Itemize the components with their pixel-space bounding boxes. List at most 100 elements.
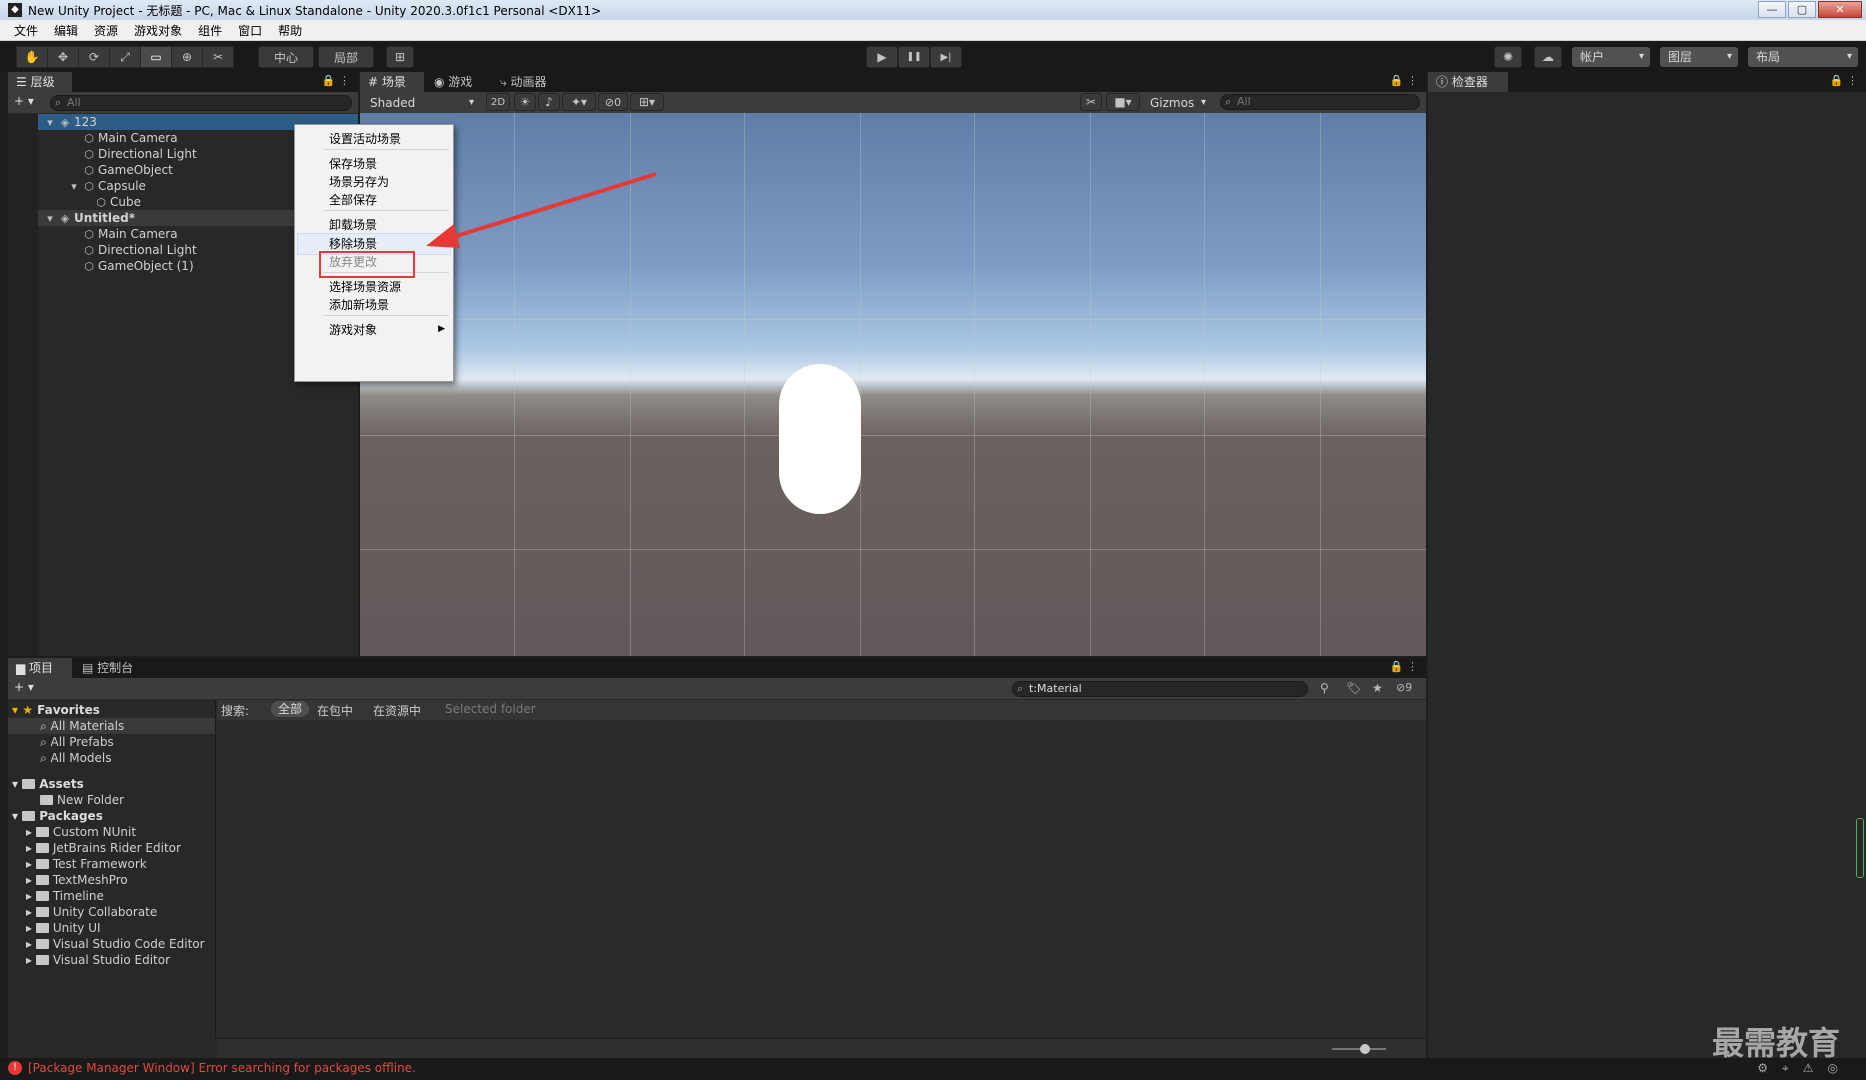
move-tool-icon[interactable]: ✥ — [47, 46, 79, 68]
menu-window[interactable]: 窗口 — [230, 22, 270, 39]
transform-tool-icon[interactable]: ⊕ — [171, 46, 203, 68]
context-menu-item[interactable]: 保存场景 — [329, 156, 377, 172]
tab-project[interactable]: ▆ 项目 — [8, 658, 72, 678]
pause-button[interactable]: ❚❚ — [898, 46, 930, 68]
menu-assets[interactable]: 资源 — [86, 22, 126, 39]
folder-icon — [40, 795, 53, 805]
filter-selected-folder-button[interactable]: Selected folder — [445, 702, 536, 716]
status-message[interactable]: [Package Manager Window] Error searching… — [28, 1061, 416, 1075]
tab-game[interactable]: ◉ 游戏 — [426, 72, 490, 92]
project-tree-item[interactable]: ▸ Visual Studio Editor — [8, 952, 215, 968]
scene-search-input[interactable]: All — [1220, 94, 1420, 110]
context-menu-item[interactable]: 移除场景 — [329, 236, 377, 252]
context-menu-item[interactable]: 添加新场景 — [329, 297, 389, 313]
menu-file[interactable]: 文件 — [6, 22, 46, 39]
project-tree-item[interactable]: ▸ TextMeshPro — [8, 872, 215, 888]
expand-arrow-icon[interactable]: ▾ — [44, 211, 56, 227]
project-search-input[interactable]: t:Material — [1012, 681, 1308, 697]
camera-icon[interactable]: ■▾ — [1106, 93, 1140, 111]
project-tree-item[interactable]: ▸ Timeline — [8, 888, 215, 904]
cloud-icon[interactable]: ☁ — [1534, 46, 1562, 68]
project-section-header[interactable]: ▾ ★ Favorites — [8, 702, 215, 718]
context-menu-item[interactable]: 卸载场景 — [329, 217, 377, 233]
scale-tool-icon[interactable]: ⤢ — [109, 46, 141, 68]
2d-toggle-button[interactable]: 2D — [486, 93, 510, 111]
collab-icon[interactable]: ✺ — [1494, 46, 1522, 68]
project-create-button[interactable]: + ▾ — [14, 680, 34, 694]
pivot-toggle-button[interactable]: 中心 — [258, 46, 314, 68]
panel-lock-icon[interactable]: 🔒 ⋮ — [322, 74, 350, 87]
layers-dropdown[interactable]: 图层 — [1660, 47, 1738, 67]
menu-component[interactable]: 组件 — [190, 22, 230, 39]
shading-mode-dropdown[interactable]: Shaded — [362, 93, 480, 113]
effects-toggle-icon[interactable]: ✦▾ — [562, 93, 596, 111]
close-button[interactable]: ✕ — [1818, 1, 1862, 18]
project-section-header[interactable]: ▾ Packages — [8, 808, 215, 824]
filter-in-assets-button[interactable]: 在资源中 — [373, 702, 421, 719]
context-menu-item[interactable]: 选择场景资源 — [329, 279, 401, 295]
hidden-objects-toggle[interactable]: ⊘ 0 — [598, 93, 628, 111]
slider-handle[interactable] — [1360, 1044, 1370, 1054]
tab-console[interactable]: ▤ 控制台 — [74, 658, 154, 678]
tab-hierarchy[interactable]: ☰ 层级 — [8, 72, 72, 92]
context-menu-item[interactable]: 设置活动场景 — [329, 131, 401, 147]
create-dropdown-button[interactable]: + ▾ — [14, 94, 34, 108]
annotation-arrow — [426, 172, 657, 248]
expand-arrow-icon[interactable]: ▾ — [44, 115, 56, 131]
eye-slash-icon: ⊘ — [604, 95, 615, 109]
project-tree-item[interactable]: ⌕ All Prefabs — [8, 734, 215, 750]
project-tree-item[interactable]: ▸ Custom NUnit — [8, 824, 215, 840]
project-tree-item[interactable]: ▸ Visual Studio Code Editor — [8, 936, 215, 952]
filter-in-packages-button[interactable]: 在包中 — [317, 702, 353, 719]
menu-gameobject[interactable]: 游戏对象 — [126, 22, 190, 39]
folder-icon — [35, 939, 49, 949]
capsule-object[interactable] — [779, 364, 861, 514]
hand-tool-icon[interactable]: ✋ — [16, 46, 48, 68]
grid-snap-icon[interactable]: ⊞ — [386, 46, 414, 68]
project-tree-item[interactable]: ▸ Test Framework — [8, 856, 215, 872]
search-by-type-icon[interactable]: ⚲ — [1320, 681, 1329, 695]
filter-all-button[interactable]: 全部 — [271, 701, 310, 717]
project-lock-icon[interactable]: 🔒 ⋮ — [1390, 660, 1418, 673]
tools-icon[interactable]: ✂ — [1080, 93, 1102, 111]
menu-help[interactable]: 帮助 — [270, 22, 310, 39]
tab-inspector[interactable]: ⓘ 检查器 — [1428, 72, 1508, 92]
project-tree-item[interactable]: New Folder — [8, 792, 215, 808]
layout-dropdown[interactable]: 布局 — [1748, 47, 1858, 67]
project-tree-item[interactable]: ⌕ All Materials — [8, 718, 215, 734]
project-tree-item[interactable]: ▸ Unity UI — [8, 920, 215, 936]
gameobject-cube-icon: ⬡ — [84, 260, 94, 273]
space-toggle-button[interactable]: 局部 — [318, 46, 374, 68]
hierarchy-search-input[interactable]: All — [50, 95, 352, 111]
project-tree-item[interactable]: ⌕ All Models — [8, 750, 215, 766]
scene-lock-icon[interactable]: 🔒 ⋮ — [1390, 74, 1418, 87]
project-tree-item[interactable]: ▸ JetBrains Rider Editor — [8, 840, 215, 856]
hidden-packages-toggle[interactable]: ⊘9 — [1396, 681, 1412, 694]
expand-arrow-icon[interactable]: ▾ — [68, 179, 80, 195]
gizmos-dropdown[interactable]: Gizmos — [1142, 93, 1212, 113]
step-button[interactable]: ▶| — [930, 46, 962, 68]
favorite-star-icon[interactable]: ★ — [1372, 681, 1383, 695]
lighting-toggle-icon[interactable]: ☀ — [514, 93, 536, 111]
tab-animator[interactable]: ⤷ 动画器 — [492, 72, 568, 92]
maximize-button[interactable]: ▢ — [1788, 1, 1816, 18]
play-button[interactable]: ▶ — [866, 46, 898, 68]
rect-tool-icon[interactable]: ▭ — [140, 46, 172, 68]
context-menu-item[interactable]: 游戏对象 — [329, 322, 377, 338]
menu-edit[interactable]: 编辑 — [46, 22, 86, 39]
account-dropdown[interactable]: 帐户 — [1572, 47, 1650, 67]
rotate-tool-icon[interactable]: ⟳ — [78, 46, 110, 68]
project-tree-item[interactable]: ▸ Unity Collaborate — [8, 904, 215, 920]
context-menu-item[interactable]: 全部保存 — [329, 192, 377, 208]
search-by-label-icon[interactable]: 🏷 — [1346, 681, 1361, 695]
audio-toggle-icon[interactable]: ♪ — [538, 93, 560, 111]
scene-grid-icon[interactable]: ⊞▾ — [630, 93, 664, 111]
project-section-header[interactable]: ▾ Assets — [8, 776, 215, 792]
hierarchy-row-label: GameObject (1) — [98, 259, 194, 273]
inspector-lock-icon[interactable]: 🔒 ⋮ — [1830, 74, 1858, 87]
custom-tool-icon[interactable]: ✂ — [202, 46, 234, 68]
icon-size-slider[interactable] — [1332, 1044, 1386, 1054]
tab-scene[interactable]: # 场景 — [360, 72, 424, 92]
minimize-button[interactable]: — — [1758, 1, 1786, 18]
context-menu-item[interactable]: 场景另存为 — [329, 174, 389, 190]
